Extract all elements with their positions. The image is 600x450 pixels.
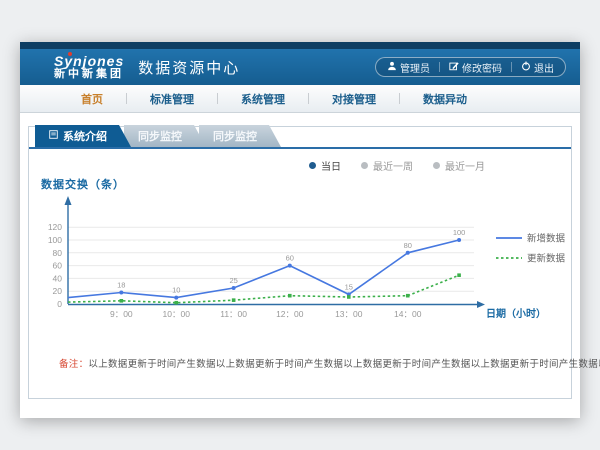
y-tick-label: 120: [48, 222, 62, 232]
logo-red-dot-icon: [68, 52, 72, 56]
data-point: [288, 264, 292, 268]
y-axis-title: 数据交换（条）: [41, 176, 571, 192]
radio-dot-icon: [361, 162, 368, 169]
x-axis-title: 日期（小时）: [486, 307, 546, 320]
data-point: [232, 298, 236, 302]
footnote: 备注：以上数据更新于时间产生数据以上数据更新于时间产生数据以上数据更新于时间产生…: [29, 356, 571, 370]
change-password-label: 修改密码: [462, 60, 502, 75]
header-top-strip: [20, 42, 580, 49]
data-label: 80: [404, 241, 412, 250]
nav-item-data-change[interactable]: 数据异动: [400, 91, 490, 107]
app-window: Synjones 新中新集团 数据资源中心 管理员 修改密码 退出 首页 标准管: [20, 42, 580, 418]
toolbar-divider: [511, 62, 512, 72]
data-point: [288, 294, 292, 298]
y-tick-label: 0: [57, 299, 62, 309]
y-tick-label: 40: [53, 273, 63, 283]
data-label: 100: [453, 228, 466, 237]
series-line-1: [68, 240, 459, 298]
edit-icon: [449, 61, 459, 74]
radio-label: 最近一周: [373, 158, 413, 173]
app-header: Synjones 新中新集团 数据资源中心 管理员 修改密码 退出: [20, 49, 580, 85]
nav-item-home[interactable]: 首页: [58, 91, 126, 107]
x-tick-label: 9：00: [110, 309, 133, 319]
data-point: [174, 296, 178, 300]
radio-label: 最近一月: [445, 158, 485, 173]
x-tick-label: 12：00: [276, 309, 304, 319]
page-title: 数据资源中心: [138, 57, 240, 78]
toolbar-divider: [439, 62, 440, 72]
footnote-prefix: 备注：: [59, 359, 88, 370]
x-tick-label: 11：00: [220, 309, 247, 319]
x-axis-arrow-icon: [477, 301, 485, 308]
main-nav: 首页 标准管理 系统管理 对接管理 数据异动: [20, 85, 580, 113]
content-panel: 系统介绍 同步监控 同步监控 当日 最近一周 最近一月 数据交换（条）: [28, 126, 572, 399]
tab-label: 系统介绍: [63, 128, 107, 144]
data-point: [174, 301, 178, 305]
logo-text-cn: 新中新集团: [54, 69, 124, 81]
tab-sync-monitor-2[interactable]: 同步监控: [199, 125, 281, 147]
y-tick-label: 60: [53, 261, 63, 271]
radio-today[interactable]: 当日: [309, 158, 341, 173]
y-tick-label: 80: [53, 248, 63, 258]
radio-label: 当日: [321, 158, 341, 173]
x-tick-label: 14：00: [394, 309, 422, 319]
nav-item-interface-mgmt[interactable]: 对接管理: [309, 91, 399, 107]
data-label: 15: [345, 282, 353, 291]
logout-button[interactable]: 退出: [521, 60, 554, 75]
admin-label: 管理员: [400, 60, 430, 75]
admin-user-button[interactable]: 管理员: [387, 60, 430, 75]
power-icon: [521, 61, 531, 74]
range-filter: 当日 最近一周 最近一月: [29, 159, 571, 171]
footnote-text: 以上数据更新于时间产生数据以上数据更新于时间产生数据以上数据更新于时间产生数据以…: [88, 359, 600, 370]
logout-label: 退出: [534, 60, 554, 75]
user-toolbar: 管理员 修改密码 退出: [375, 57, 566, 77]
data-label: 18: [117, 280, 125, 289]
data-point: [406, 294, 410, 298]
data-point: [119, 290, 123, 294]
logo-text-en: Synjones: [54, 54, 124, 69]
tab-bar: 系统介绍 同步监控 同步监控: [29, 127, 571, 149]
tab-label: 同步监控: [213, 128, 257, 144]
user-icon: [387, 61, 397, 74]
tab-system-intro[interactable]: 系统介绍: [35, 125, 131, 147]
document-icon: [49, 130, 58, 142]
line-chart: 0 20 40 60 80 100 120 9：00 10：00 11：00 12：00 13：00 1…: [30, 192, 570, 332]
nav-item-system-mgmt[interactable]: 系统管理: [218, 91, 308, 107]
y-tick-label: 100: [48, 235, 62, 245]
radio-last-week[interactable]: 最近一周: [361, 158, 413, 173]
series-line-2: [68, 275, 459, 303]
x-tick-label: 10：00: [163, 309, 191, 319]
tab-sync-monitor-1[interactable]: 同步监控: [124, 125, 206, 147]
radio-last-month[interactable]: 最近一月: [433, 158, 485, 173]
y-tick-label: 20: [53, 286, 63, 296]
data-point: [457, 238, 461, 242]
change-password-button[interactable]: 修改密码: [449, 60, 502, 75]
y-axis-arrow-icon: [65, 196, 72, 205]
data-point: [406, 251, 410, 255]
data-point: [120, 299, 124, 303]
radio-dot-icon: [309, 162, 316, 169]
data-label: 10: [172, 286, 180, 295]
data-point: [347, 295, 351, 299]
data-label: 60: [286, 254, 294, 263]
x-tick-label: 13：00: [335, 309, 363, 319]
data-label: 25: [229, 276, 237, 285]
legend-label[interactable]: 新增数据: [527, 233, 566, 245]
data-point: [232, 286, 236, 290]
data-point: [457, 273, 461, 277]
radio-dot-icon: [433, 162, 440, 169]
tab-label: 同步监控: [138, 128, 182, 144]
logo: Synjones 新中新集团: [54, 54, 124, 80]
nav-item-standard-mgmt[interactable]: 标准管理: [127, 91, 217, 107]
legend-label[interactable]: 更新数据: [527, 253, 566, 265]
